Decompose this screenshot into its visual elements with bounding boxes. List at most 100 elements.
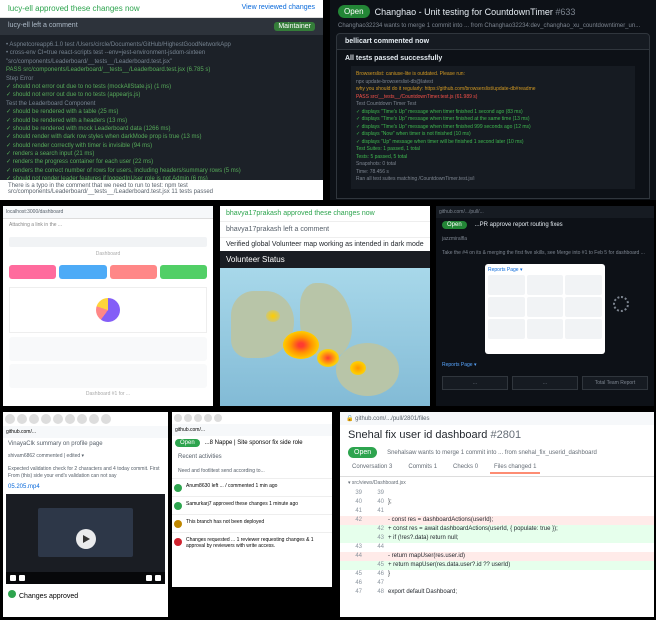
volume-icon[interactable]	[19, 575, 25, 581]
github-pr-dark-tile: Open Changhao - Unit testing for Countdo…	[330, 0, 656, 200]
timeline-text: Changes requested ... 1 reviewer request…	[186, 537, 330, 549]
url-bar: localhost:3000/dashboard	[3, 206, 213, 219]
diff-line: 45+ return mapUser(res.data.user?.id ?? …	[340, 561, 654, 570]
label: Dashboard	[9, 251, 207, 257]
pr-title[interactable]: Snehal fix user id dashboard #2801	[340, 425, 654, 445]
open-badge: Open	[442, 221, 467, 229]
ss-title[interactable]: Reports Page ▾	[488, 267, 602, 273]
diff-line: 44- return mapUser(res.user.id)	[340, 552, 654, 561]
stat-cards	[9, 265, 207, 279]
file-link[interactable]: 05.205.mp4	[3, 483, 168, 491]
volunteer-map[interactable]	[220, 268, 430, 406]
pr-title[interactable]: VinayaClk summary on profile page	[3, 438, 168, 450]
pr-row: Open ...8 Nappe | Site sponsor fix side …	[172, 436, 332, 450]
panel-mid	[9, 337, 207, 361]
pr-meta: Snehalsaw wants to merge 1 commit into .…	[387, 450, 597, 456]
check-icon	[8, 590, 16, 598]
browser-chrome	[3, 412, 168, 426]
dot-icon	[5, 414, 15, 424]
test-output: Browserslist: caniuse-lite is outdated. …	[351, 66, 635, 189]
timeline-text: This branch has not been deployed	[186, 519, 264, 525]
card-blue[interactable]	[59, 265, 106, 279]
heatmap-blob	[317, 349, 339, 367]
diff-line: 4748export default Dashboard;	[340, 588, 654, 597]
fullscreen-icon[interactable]	[155, 575, 161, 581]
diff-line: 4344	[340, 543, 654, 552]
pr-title[interactable]: ...PR approve report routing fixes	[475, 222, 563, 228]
timeline-text: Samurkarj7 approved these changes 1 minu…	[186, 501, 298, 507]
pr-header: Open Changhao - Unit testing for Countdo…	[330, 0, 656, 23]
section-desc: Need and footlitest send according to...	[172, 464, 332, 478]
heatmap-blob	[283, 331, 319, 359]
pr-desc: Take the #4 on its & merging the first f…	[436, 246, 654, 260]
play-button-icon[interactable]	[76, 529, 96, 549]
timeline-item[interactable]: This branch has not been deployed	[172, 514, 332, 532]
pr-tabs: Conversation 3 Commits 1 Checks 0 Files cha…	[340, 460, 654, 477]
section-link[interactable]: Reports Page ▾	[436, 358, 654, 372]
url-bar: github.com/.../pull/...	[436, 206, 654, 218]
comment-subheader: lucy-ell left a comment Maintainer	[0, 18, 323, 35]
timeline-text: Anum8630 left ... / commented 1 min ago	[186, 483, 277, 489]
diff-line: 3939	[340, 489, 654, 498]
pr-sub: Open Snehalsaw wants to merge 1 commit i…	[340, 445, 654, 460]
timeline-item[interactable]: Changes requested ... 1 reviewer request…	[172, 532, 332, 553]
diff-line: 4141	[340, 507, 654, 516]
stat-box: ...	[512, 376, 578, 390]
diff-line: 4647	[340, 579, 654, 588]
pr-tab[interactable]: Commits 1	[404, 462, 441, 474]
timeline-item[interactable]: Anum8630 left ... / commented 1 min ago	[172, 478, 332, 496]
open-badge: Open	[338, 5, 370, 18]
settings-icon[interactable]	[146, 575, 152, 581]
pr-meta: jazzmiralfla	[436, 232, 654, 246]
url-bar: github.com/...	[172, 424, 332, 436]
footer-text: Dashboard #1 for ...	[9, 391, 207, 397]
video-controls[interactable]	[6, 572, 165, 584]
commenter-text: lucy-ell left a comment	[8, 22, 78, 31]
status-dot-icon	[174, 538, 182, 546]
pr-row: Open ...PR approve report routing fixes	[436, 218, 654, 232]
dashboard-body: Dashboard Dashboard #1 for ...	[3, 231, 213, 403]
passed-text: All tests passed successfully	[345, 55, 641, 62]
timeline-item[interactable]: Samurkarj7 approved these changes 1 minu…	[172, 496, 332, 514]
card-pink[interactable]	[9, 265, 56, 279]
pr-tab[interactable]: Conversation 3	[348, 462, 396, 474]
stat-box: ...	[442, 376, 508, 390]
approved-text: lucy-ell approved these changes now	[8, 4, 140, 13]
video-player[interactable]	[6, 494, 165, 584]
timeline-items: Anum8630 left ... / commented 1 min ago S…	[172, 478, 332, 553]
pr-tab[interactable]: Checks 0	[449, 462, 482, 474]
landmass	[336, 343, 399, 396]
pr-number: #633	[555, 7, 575, 17]
approved-line: bhavya17prakash approved these changes n…	[226, 210, 375, 217]
diff-line: 43+ if (!res?.data) return null;	[340, 534, 654, 543]
pr-title[interactable]: ...8 Nappe | Site sponsor fix side role	[205, 440, 303, 446]
status-dot-icon	[174, 484, 182, 492]
comment-body: All tests passed successfully Browsersli…	[336, 50, 650, 199]
diff-line: 42+ const res = await dashboardActions(u…	[340, 525, 654, 534]
dash-header: Attaching a link in the ...	[3, 219, 213, 231]
dashboard-screenshot-tile: localhost:3000/dashboard Attaching a lin…	[3, 206, 213, 406]
changes-approved: Changes approved	[3, 587, 168, 603]
diff-view: 39394040 };414142- const res = dashboard…	[340, 489, 654, 597]
pr-meta: Changhao32234 wants to merge 1 commit in…	[330, 23, 656, 33]
map-review-tile: bhavya17prakash approved these changes n…	[220, 206, 430, 406]
stat-box: Total Team Report	[582, 376, 648, 390]
file-header[interactable]: ▾ src/views/Dashboard.jsx	[340, 477, 654, 489]
card-green[interactable]	[160, 265, 207, 279]
url-bar: github.com/...	[3, 426, 168, 438]
comment-header: bellicart commented now	[336, 33, 650, 50]
stat-row: ... ... Total Team Report	[442, 376, 648, 390]
play-icon[interactable]	[10, 575, 16, 581]
pr-title[interactable]: Changhao - Unit testing for CountdownTim…	[375, 7, 576, 17]
diff-line: 42- const res = dashboardActions(userId)…	[340, 516, 654, 525]
card-red[interactable]	[110, 265, 157, 279]
panel-bot	[9, 364, 207, 388]
diff-line: 4040 };	[340, 498, 654, 507]
review-timeline-tile: github.com/... Open ...8 Nappe | Site sp…	[172, 412, 332, 587]
diff-tile: 🔒 github.com/.../pull/2801/files Snehal …	[340, 412, 654, 617]
diff-line: 4546}	[340, 570, 654, 579]
map-comment-text: Verified global Volunteer map working as…	[220, 238, 430, 251]
pr-tab[interactable]: Files changed 1	[490, 462, 540, 474]
view-reviewed-link[interactable]: View reviewed changes	[242, 4, 315, 13]
open-badge: Open	[175, 439, 200, 447]
